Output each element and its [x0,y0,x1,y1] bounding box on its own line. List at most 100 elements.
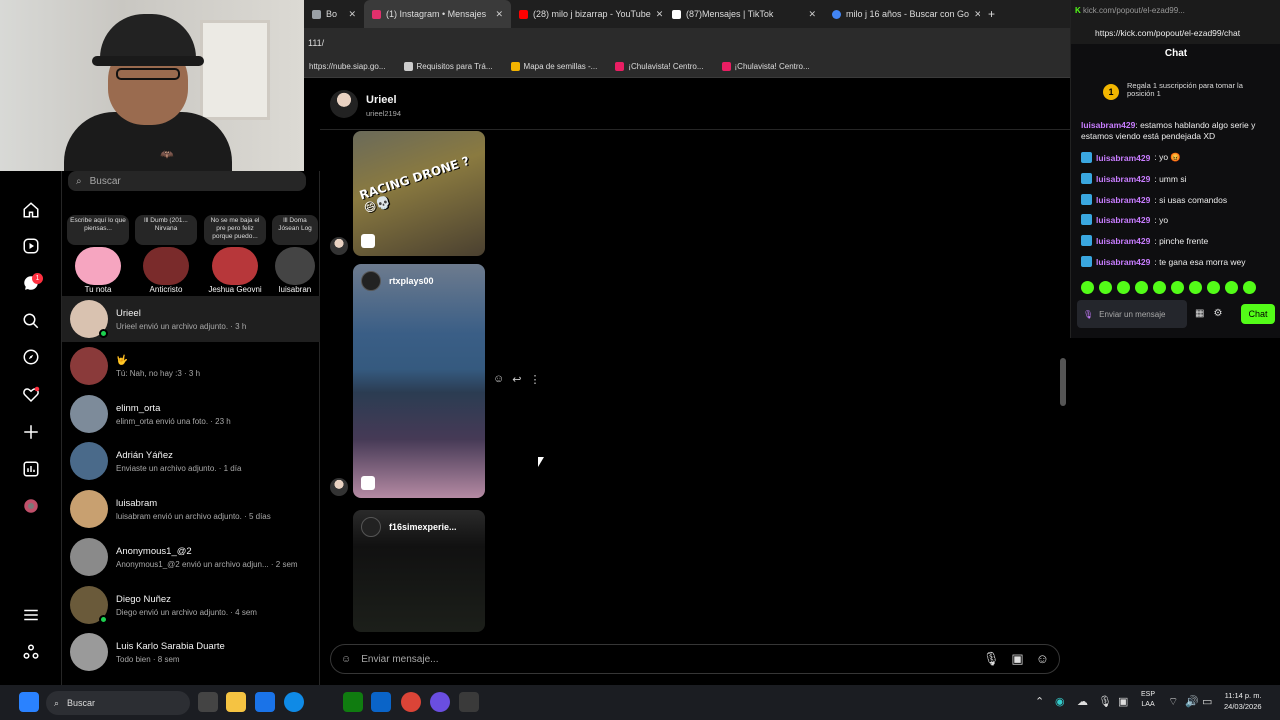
conversation-item[interactable]: Urieel Urieel envió un archivo adjunto. ·… [62,296,320,342]
chat-username[interactable]: luisabram429 [1096,195,1150,205]
edge-icon[interactable] [284,692,304,712]
inbox-search-input[interactable]: ⌕ Buscar [68,171,306,191]
menu-icon[interactable] [22,606,40,624]
close-icon[interactable]: ✕ [495,9,503,20]
language-indicator[interactable]: ESP LAA [1141,690,1155,710]
chat-header[interactable]: Urieel urieel2194 [320,78,1070,130]
emote-icon[interactable] [1135,281,1148,294]
tray-app-icon[interactable]: ◉ [1055,695,1065,708]
bookmark-item[interactable]: ¡Chulavista! Centro... [615,62,704,71]
close-icon[interactable]: ✕ [656,9,664,20]
note-item[interactable]: lll Dumb (201... Nirvana Anticristo [134,215,198,294]
reels-icon[interactable] [22,237,40,255]
emote-icon[interactable] [1171,281,1184,294]
emote-icon[interactable] [1225,281,1238,294]
emote-icon[interactable] [1207,281,1220,294]
chat-username[interactable]: luisabram429 [1096,174,1150,184]
conversation-item[interactable]: Adrián Yáñez Enviaste un archivo adjunto.… [62,438,320,484]
microphone-icon[interactable]: 🎙 [1098,695,1112,708]
shared-reel[interactable]: f16simexperie... [353,510,485,632]
chat-name[interactable]: Urieel [366,94,397,106]
bookmark-item[interactable]: Mapa de semillas -... [510,62,597,71]
profile-avatar-icon[interactable] [22,497,40,515]
chrome-icon[interactable] [401,692,421,712]
create-plus-icon[interactable] [22,423,40,441]
emote-icon[interactable] [1117,281,1130,294]
note-item[interactable]: No se me baja el pre pero feliz porque p… [203,215,267,294]
note-item[interactable]: lll Doma Jósean Log luisabran [272,215,318,294]
browser-tab[interactable]: (28) milo j bizarrap - YouTube ✕ [511,0,664,28]
outlook-icon[interactable] [371,692,391,712]
app-icon[interactable] [459,692,479,712]
xbox-icon[interactable] [343,692,363,712]
kick-url[interactable]: https://kick.com/popout/el-ezad99/chat [1095,28,1240,38]
tray-app-icon[interactable]: ▣ [1118,695,1128,708]
conversation-item[interactable]: elinm_orta elinm_orta envió una foto. · 2… [62,391,320,437]
dashboard-icon[interactable] [22,460,40,478]
kick-chat-input[interactable]: 🎙 Enviar un mensaje [1077,300,1187,328]
bookmark-item[interactable]: Requisitos para Trá... [403,62,493,71]
conversation-item[interactable]: Anonymous1_@2 Anonymous1_@2 envió un arch… [62,534,320,580]
chat-username[interactable]: luisabram429 [1096,153,1150,163]
react-emoji-icon[interactable]: ☺ [493,373,504,386]
reply-icon[interactable]: ↩ [512,373,521,386]
browser-tab[interactable]: Bo ✕ [304,0,364,28]
shared-reel[interactable]: rtxplays00 [353,264,485,498]
close-icon[interactable]: ✕ [808,9,816,20]
message-composer[interactable]: ☺ Enviar mensaje... 🎙 ▣ ☺ [330,644,1060,674]
conversation-item[interactable]: luisabram luisabram envió un archivo adju… [62,486,320,532]
store-icon[interactable]: ▦ [1195,308,1204,319]
onedrive-icon[interactable]: ☁ [1077,695,1088,708]
reel-author[interactable]: rtxplays00 [389,276,434,286]
conversation-item[interactable]: Luis Karlo Sarabia Duarte Todo bien · 8 s… [62,629,320,675]
microphone-icon[interactable]: 🎙 [983,651,1000,667]
kick-send-button[interactable]: Chat [1241,304,1275,324]
settings-gear-icon[interactable]: ⚙ [1213,308,1222,319]
emote-icon[interactable] [1243,281,1256,294]
chat-username[interactable]: luisabram429 [1096,215,1150,225]
note-item[interactable]: Escribe aquí lo que piensas... Tu nota [66,215,130,294]
more-options-icon[interactable]: ⋮ [529,373,540,386]
notifications-heart-icon[interactable] [22,386,40,404]
bookmark-item[interactable]: ¡Chulavista! Centro... [721,62,810,71]
explore-icon[interactable] [22,348,40,366]
chat-avatar[interactable] [330,90,358,118]
taskbar-search[interactable]: ⌕ Buscar [46,691,190,715]
discord-icon[interactable] [430,692,450,712]
chat-username[interactable]: luisabram429 [1081,120,1135,130]
volume-icon[interactable]: 🔊 [1185,695,1199,708]
taskbar-clock[interactable]: 11:14 p. m. 24/03/2026 [1224,690,1262,712]
browser-tab[interactable]: milo j 16 años - Buscar con Go ✕ [824,0,980,28]
image-icon[interactable]: ▣ [1011,651,1023,667]
sticker-icon[interactable]: ☺ [1036,651,1049,667]
emote-icon[interactable] [1153,281,1166,294]
search-icon[interactable] [22,312,40,330]
windows-start-icon[interactable] [19,692,39,712]
emoji-icon[interactable]: ☺ [341,654,351,665]
battery-icon[interactable]: ▭ [1202,695,1212,708]
sub-gift-banner[interactable]: Regala 1 suscripción para tomar la posic… [1127,82,1271,98]
file-explorer-icon[interactable] [226,692,246,712]
wifi-icon[interactable]: ⌔ [1168,695,1178,709]
store-icon[interactable] [255,692,275,712]
chat-username[interactable]: luisabram429 [1096,236,1150,246]
chat-username[interactable]: luisabram429 [1096,257,1150,267]
conversation-item[interactable]: Diego Nuñez Diego envió un archivo adjunt… [62,582,320,628]
reel-author[interactable]: f16simexperie... [389,522,457,532]
emote-icon[interactable] [1099,281,1112,294]
browser-tab-active[interactable]: (1) Instagram • Mensajes ✕ [364,0,511,28]
emote-icon[interactable] [1081,281,1094,294]
task-view-icon[interactable] [198,692,218,712]
browser-tab[interactable]: (87)Mensajes | TikTok ✕ [664,0,824,28]
conversation-item[interactable]: 🤟 Tú: Nah, no hay :3 · 3 h [62,343,320,389]
address-bar[interactable]: 111/ [304,28,1070,56]
bookmark-item[interactable]: https://nube.siap.go... [309,62,386,71]
home-icon[interactable] [22,201,40,219]
also-from-meta-icon[interactable] [22,643,40,661]
chevron-up-icon[interactable]: ⌃ [1035,695,1044,708]
shared-reel[interactable]: RACING DRONE ? 😄💀 [353,131,485,256]
new-tab-button[interactable]: + [980,0,1010,28]
close-icon[interactable]: ✕ [348,9,356,20]
chat-scrollbar[interactable] [1060,358,1066,406]
microphone-icon[interactable]: 🎙 [1083,310,1093,319]
